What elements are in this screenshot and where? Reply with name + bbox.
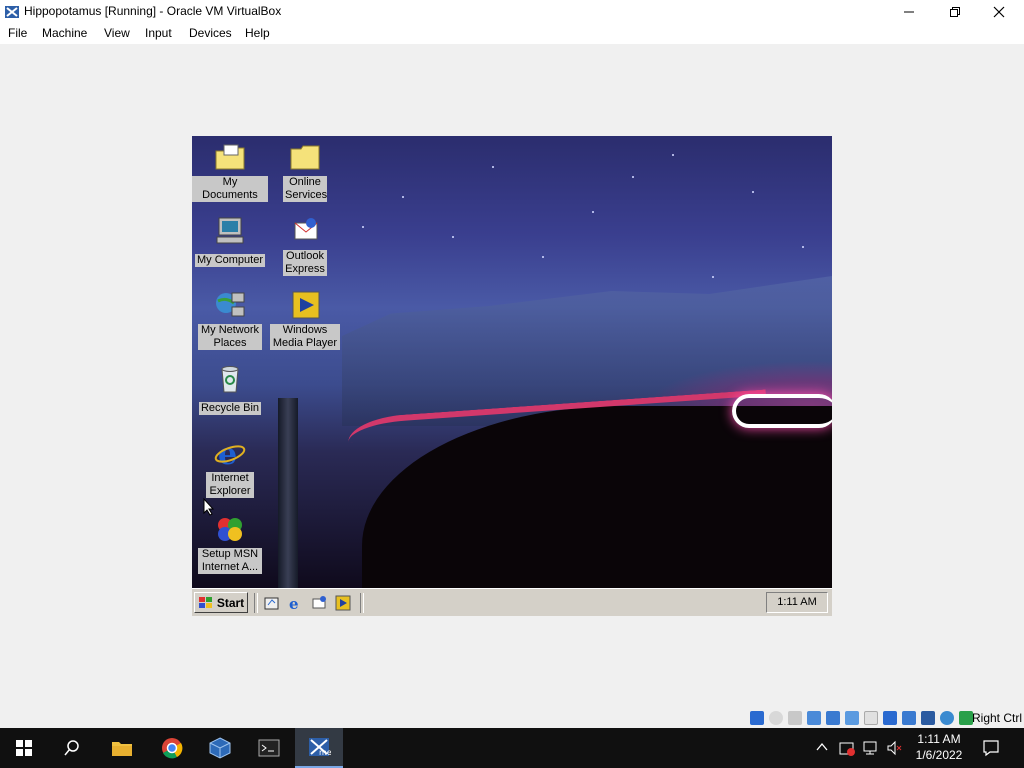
media-player-icon [292,291,320,319]
shared-folders-icon[interactable] [864,711,878,725]
window-title: Hippopotamus [Running] - Oracle VM Virtu… [24,4,282,18]
recycle-bin-icon [221,366,239,393]
msn-icon [218,518,242,541]
menu-machine[interactable]: Machine [42,26,87,40]
my-documents-icon [215,144,245,170]
audio-icon[interactable] [807,711,821,725]
desktop-wallpaper[interactable] [192,136,832,588]
desktop-icon-label: My Documents [192,176,268,202]
outlook-express-icon [294,218,318,240]
display-icon[interactable] [883,711,897,725]
vm-window-button[interactable]: me [295,728,343,768]
virtualbox-vm-icon: me [309,738,331,757]
vbox-status-bar: Right Ctrl [744,708,1024,728]
windows-logo-icon [16,740,32,756]
close-button[interactable] [976,0,1022,24]
minimize-button[interactable] [886,0,932,24]
file-explorer-icon [112,742,132,756]
desktop-icon-outlook-express[interactable]: Outlook Express [267,214,343,276]
terminal-button[interactable] [245,728,293,768]
hard-disk-icon[interactable] [750,711,764,725]
host-time: 1:11 AM [917,732,961,746]
wallpaper-neon [732,394,832,428]
svg-text:me: me [319,748,331,757]
desktop-icon-label: My Computer [194,254,266,267]
desktop-icon-my-network-places[interactable]: My Network Places [192,288,268,350]
desktop-icon-label: Windows Media Player [270,324,340,350]
desktop-icon-label: Internet Explorer [206,472,254,498]
network-places-icon [216,292,245,317]
desktop-icon-label: Online Services [283,176,328,202]
wallpaper-pole [278,398,298,588]
windows-start-button[interactable] [0,728,48,768]
taskbar-separator [360,593,364,613]
title-bar: Hippopotamus [Running] - Oracle VM Virtu… [0,0,1024,24]
desktop-icon-my-computer[interactable]: My Computer [192,214,268,267]
network-tray-icon[interactable] [862,740,880,756]
volume-muted-icon[interactable] [886,740,904,756]
mouse-cursor-icon [203,498,215,516]
media-player-icon[interactable] [335,595,351,611]
guest-taskbar: Start e 1:11 AM [192,588,832,616]
taskbar-separator [254,593,258,613]
terminal-icon [258,739,280,757]
menu-view[interactable]: View [104,26,130,40]
virtualbox-icon [5,6,19,18]
menu-bar: File Machine View Input Devices Help [0,24,1024,44]
recording-icon[interactable] [902,711,916,725]
desktop-icon-setup-msn[interactable]: Setup MSN Internet A... [192,512,268,574]
network-icon[interactable] [826,711,840,725]
cpu-icon[interactable] [921,711,935,725]
desktop-icon-label: My Network Places [198,324,262,350]
keyboard-icon[interactable] [959,711,973,725]
chevron-up-icon[interactable] [816,742,828,752]
menu-file[interactable]: File [8,26,27,40]
search-button[interactable] [48,728,96,768]
chrome-button[interactable] [148,728,196,768]
chrome-icon [162,738,183,759]
vm-screen[interactable]: My Documents Online Services My Computer… [192,136,832,616]
close-icon [993,6,1005,18]
file-explorer-button[interactable] [98,728,146,768]
internet-explorer-icon: e [214,437,246,469]
host-key-label: Right Ctrl [971,711,1022,725]
menu-help[interactable]: Help [245,26,270,40]
desktop-icon-my-documents[interactable]: My Documents [192,140,268,202]
menu-devices[interactable]: Devices [189,26,232,40]
desktop-icon-label: Setup MSN Internet A... [198,548,262,574]
host-taskbar: me 1:11 AM 1/6/2022 [0,728,1024,768]
search-icon [64,740,79,756]
floppy-icon[interactable] [788,711,802,725]
host-clock[interactable]: 1:11 AM 1/6/2022 [906,731,972,763]
desktop-icon-windows-media-player[interactable]: Windows Media Player [267,288,343,350]
restore-icon [950,7,960,17]
desktop-icon-label: Recycle Bin [198,402,262,415]
start-button[interactable]: Start [194,592,248,613]
tray-app-icon[interactable] [838,739,856,757]
notifications-icon[interactable] [982,739,1000,757]
computer-icon [216,217,244,244]
desktop-icon-online-services[interactable]: Online Services [267,140,343,202]
desktop-icon-internet-explorer[interactable]: e Internet Explorer [192,436,268,498]
usb-icon[interactable] [845,711,859,725]
svg-text:e: e [289,595,299,611]
host-date: 1/6/2022 [915,748,963,762]
desktop-icon-recycle-bin[interactable]: Recycle Bin [192,362,268,415]
system-tray-clock[interactable]: 1:11 AM [766,592,828,613]
virtualbox-manager-button[interactable] [196,728,244,768]
restore-button[interactable] [932,0,978,24]
optical-drive-icon[interactable] [769,711,783,725]
internet-explorer-icon[interactable]: e [288,595,304,611]
windows-logo-icon [198,596,212,608]
menu-input[interactable]: Input [145,26,172,40]
minimize-icon [904,11,914,13]
folder-icon [290,145,320,170]
virtualbox-icon [209,737,231,759]
mouse-integration-icon[interactable] [940,711,954,725]
show-desktop-icon[interactable] [264,595,280,611]
start-label: Start [216,595,245,610]
desktop-icon-label: Outlook Express [283,250,327,276]
outlook-express-icon[interactable] [311,595,327,611]
